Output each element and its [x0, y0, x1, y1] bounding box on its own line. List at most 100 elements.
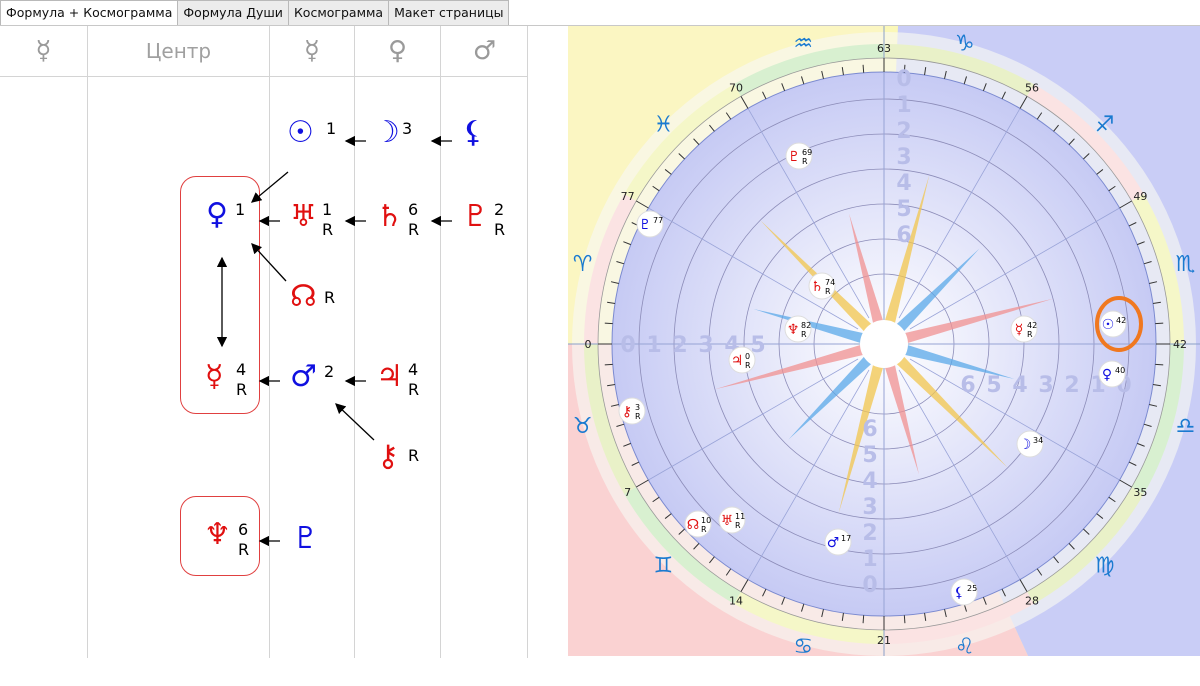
planet-marker: ♇ 77	[636, 210, 664, 238]
planet-marker: ♃ 0R	[728, 346, 756, 374]
degree-label: 56	[1025, 82, 1039, 95]
zodiac-sign-icon: ♐	[1095, 112, 1115, 137]
degree-label: 35	[1133, 486, 1147, 499]
arrow	[251, 243, 287, 282]
ring-number-bottom: 2	[862, 521, 877, 546]
planet-marker: ☽ 34	[1016, 430, 1044, 458]
planet-marker: ♄ 74R	[808, 272, 836, 300]
degree-tick	[1155, 322, 1164, 325]
ring-number-right: 2	[1064, 373, 1079, 398]
arrow	[251, 171, 289, 203]
planet-degree: 3	[635, 403, 640, 412]
tab-cosmogram[interactable]: Космограмма	[287, 0, 390, 25]
planet-glyph-icon: ♇	[788, 149, 801, 165]
tab-page-layout[interactable]: Макет страницы	[388, 0, 510, 25]
planet-glyph-icon: ♇	[639, 217, 652, 233]
zodiac-sign-icon: ♓	[654, 112, 674, 137]
tab-soul-formula[interactable]: Формула Души	[177, 0, 289, 25]
cosmogram-chart: 6356494235282114707770 ♑♐♏♎♍♌♋♊♉♈♓♒ 0123…	[568, 26, 1200, 656]
ring-number-top: 5	[896, 197, 911, 222]
degree-label: 14	[729, 594, 743, 607]
planet-retro: R	[735, 521, 741, 530]
ring-number-top: 1	[896, 93, 911, 118]
ring-number-top: 4	[896, 171, 911, 196]
planet-retro: R	[701, 525, 707, 534]
planet-retro: R	[802, 157, 808, 166]
ring-number-bottom: 5	[862, 443, 877, 468]
ring-number-top: 0	[896, 67, 911, 92]
degree-label: 70	[729, 82, 743, 95]
planet-degree: 25	[967, 584, 977, 593]
planet-degree: 42	[1116, 316, 1126, 325]
ring-number-left: 2	[672, 333, 687, 358]
planet-marker: ♀ 40	[1098, 360, 1126, 388]
arrow	[335, 403, 375, 441]
tab-bar: Формула + Космограмма Формула Души Космо…	[0, 0, 510, 27]
planet-glyph-icon: ♅	[721, 513, 734, 529]
degree-label: 63	[877, 42, 891, 55]
zodiac-sign-icon: ♋	[793, 634, 813, 656]
planet-marker: ♆ 82R	[784, 315, 812, 343]
planet-retro: R	[745, 361, 751, 370]
zodiac-sign-icon: ♌	[955, 634, 975, 656]
planet-glyph-icon: ♀	[1102, 367, 1112, 383]
planet-marker: ♇ 69R	[785, 142, 813, 170]
chart-center	[860, 320, 908, 368]
zodiac-sign-icon: ♊	[654, 554, 674, 579]
planet-glyph-icon: ⚸	[954, 585, 964, 601]
cosmogram-panel: 63 56 49 42 35 28 21 14 7 0 77 70 ♑ ♐ ♏ ♎ ♍ ♌ ♋ ♊ ♉ ♈ ♓ ♒ 0123…	[568, 26, 1200, 656]
planet-marker: ♅ 11R	[718, 506, 746, 534]
planet-retro: R	[825, 287, 831, 296]
degree-tick	[604, 322, 613, 325]
planet-marker: ☉ 42	[1099, 310, 1127, 338]
degree-tick	[903, 615, 906, 624]
degree-label: 42	[1173, 338, 1187, 351]
tab-formula-cosmogram[interactable]: Формула + Космограмма	[0, 0, 179, 27]
formula-arrows	[216, 135, 452, 547]
planet-glyph-icon: ⚷	[622, 404, 632, 420]
planet-glyph-icon: ☿	[1015, 322, 1024, 338]
planet-glyph-icon: ♄	[811, 279, 824, 295]
ring-number-right: 3	[1038, 373, 1053, 398]
ring-number-bottom: 0	[862, 573, 877, 598]
degree-tick	[862, 64, 865, 73]
planet-glyph-icon: ♆	[787, 322, 800, 338]
planet-marker: ♂ 17	[824, 528, 852, 556]
ring-number-bottom: 4	[862, 469, 877, 494]
ring-number-bottom: 1	[862, 547, 877, 572]
ring-number-bottom: 3	[862, 495, 877, 520]
planet-retro: R	[635, 412, 641, 421]
degree-label: 77	[621, 190, 635, 203]
planet-marker: ☊ 10R	[684, 510, 712, 538]
planet-glyph-icon: ☊	[687, 517, 699, 533]
degree-label: 49	[1133, 190, 1147, 203]
planet-degree: 40	[1115, 366, 1125, 375]
planet-glyph-icon: ♃	[731, 353, 744, 369]
degree-label: 21	[877, 634, 891, 647]
planet-marker: ☿ 42R	[1010, 315, 1038, 343]
zodiac-sign-icon: ♍	[1095, 554, 1115, 579]
planet-degree: 34	[1033, 436, 1043, 445]
ring-number-bottom: 6	[862, 417, 877, 442]
planet-degree: 0	[745, 352, 750, 361]
ring-number-left: 3	[698, 333, 713, 358]
zodiac-sign-icon: ♑	[955, 32, 975, 57]
planet-degree: 74	[825, 278, 835, 287]
degree-label: 28	[1025, 594, 1039, 607]
planet-retro: R	[801, 330, 807, 339]
degree-label: 7	[624, 486, 631, 499]
planet-marker: ⚷ 3R	[618, 397, 646, 425]
degree-tick	[604, 363, 613, 366]
planet-degree: 42	[1027, 321, 1037, 330]
ring-number-right: 5	[986, 373, 1001, 398]
degree-tick	[862, 615, 865, 624]
planet-degree: 11	[735, 512, 745, 521]
planet-glyph-icon: ☉	[1102, 317, 1115, 333]
zodiac-sign-icon: ♏	[1176, 252, 1196, 277]
zodiac-sign-icon: ♎	[1176, 414, 1196, 439]
ring-number-left: 1	[646, 333, 661, 358]
ring-number-left: 0	[620, 333, 635, 358]
ring-number-top: 2	[896, 119, 911, 144]
planet-marker: ⚸ 25	[950, 578, 978, 606]
zodiac-sign-icon: ♉	[573, 414, 593, 439]
